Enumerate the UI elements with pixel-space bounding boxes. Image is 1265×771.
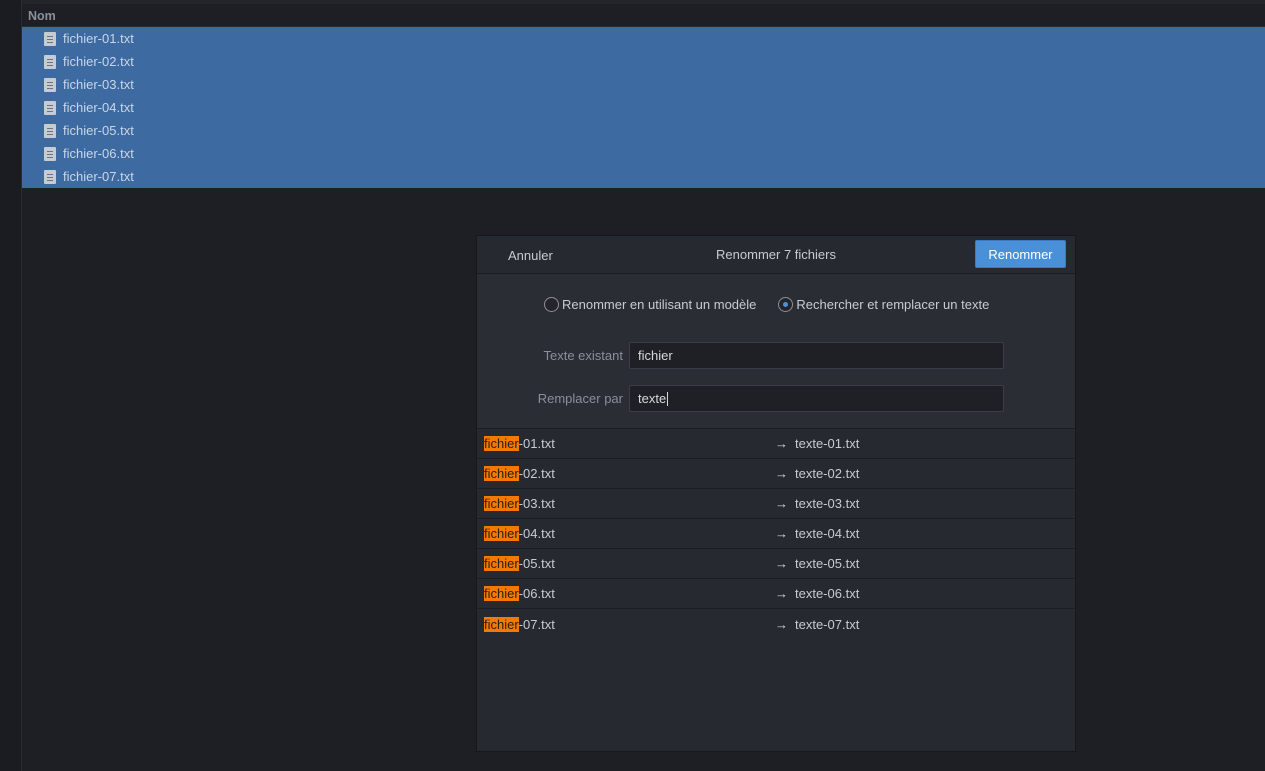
old-name-rest: -02.txt	[518, 466, 555, 481]
file-name: fichier-07.txt	[63, 169, 134, 184]
radio-checked-icon[interactable]	[778, 297, 794, 312]
column-header-name[interactable]: Nom	[22, 0, 1265, 27]
preview-row: fichier-01.txt → texte-01.txt	[477, 429, 1075, 459]
replace-text-label: Remplacer par	[537, 391, 623, 406]
arrow-right-icon: →	[775, 526, 788, 541]
file-row[interactable]: fichier-06.txt	[22, 142, 1265, 165]
old-file-name: fichier-04.txt	[484, 526, 555, 541]
old-file-name: fichier-01.txt	[484, 436, 555, 451]
text-file-icon	[44, 54, 56, 69]
arrow-right-icon: →	[775, 586, 788, 601]
old-name-rest: -05.txt	[518, 556, 555, 571]
preview-row: fichier-04.txt → texte-04.txt	[477, 519, 1075, 549]
file-name: fichier-04.txt	[63, 100, 134, 115]
preview-row: fichier-05.txt → texte-05.txt	[477, 549, 1075, 579]
match-highlight: fichier	[484, 496, 519, 511]
replace-text-input[interactable]: texte	[629, 385, 1004, 412]
text-file-icon	[44, 77, 56, 92]
file-row[interactable]: fichier-05.txt	[22, 119, 1265, 142]
new-file-name: texte-03.txt	[795, 496, 860, 511]
text-file-icon	[44, 123, 56, 138]
dialog-header: Annuler Renommer 7 fichiers Renommer	[477, 236, 1075, 274]
rename-preview-list: fichier-01.txt → texte-01.txt fichier-02…	[477, 429, 1075, 639]
file-name: fichier-05.txt	[63, 123, 134, 138]
arrow-right-icon: →	[775, 466, 788, 481]
existing-text-input[interactable]: fichier	[629, 342, 1004, 369]
rename-dialog: Annuler Renommer 7 fichiers Renommer Ren…	[476, 235, 1076, 752]
text-cursor	[667, 391, 669, 406]
mode-replace-option[interactable]: Rechercher et remplacer un texte	[778, 297, 989, 312]
match-highlight: fichier	[484, 436, 519, 451]
new-file-name: texte-05.txt	[795, 556, 860, 571]
file-row[interactable]: fichier-02.txt	[22, 50, 1265, 73]
rename-options: Renommer en utilisant un modèle Recherch…	[477, 274, 1075, 429]
arrow-right-icon: →	[775, 556, 788, 571]
replace-text-value: texte	[638, 391, 667, 406]
arrow-right-icon: →	[775, 436, 788, 451]
text-file-icon	[44, 31, 56, 46]
old-file-name: fichier-02.txt	[484, 466, 555, 481]
old-file-name: fichier-05.txt	[484, 556, 555, 571]
preview-row: fichier-06.txt → texte-06.txt	[477, 579, 1075, 609]
new-file-name: texte-04.txt	[795, 526, 860, 541]
preview-row: fichier-07.txt → texte-07.txt	[477, 609, 1075, 639]
arrow-right-icon: →	[775, 616, 788, 632]
mode-template-option[interactable]: Renommer en utilisant un modèle	[544, 297, 756, 312]
file-row[interactable]: fichier-01.txt	[22, 27, 1265, 50]
new-file-name: texte-06.txt	[795, 586, 860, 601]
column-header-label: Nom	[28, 9, 56, 23]
match-highlight: fichier	[484, 586, 519, 601]
file-row[interactable]: fichier-04.txt	[22, 96, 1265, 119]
mode-replace-label: Rechercher et remplacer un texte	[796, 297, 990, 312]
existing-text-row: Texte existant fichier	[477, 342, 1004, 369]
old-file-name: fichier-07.txt	[484, 616, 555, 632]
file-list: fichier-01.txt fichier-02.txt fichier-03…	[22, 27, 1265, 188]
existing-text-value: fichier	[638, 348, 673, 363]
file-row[interactable]: fichier-03.txt	[22, 73, 1265, 96]
rename-button[interactable]: Renommer	[975, 240, 1066, 268]
new-file-name: texte-07.txt	[795, 616, 860, 632]
file-name: fichier-03.txt	[63, 77, 134, 92]
old-name-rest: -04.txt	[518, 526, 555, 541]
text-file-icon	[44, 169, 56, 184]
old-file-name: fichier-06.txt	[484, 586, 555, 601]
preview-row: fichier-02.txt → texte-02.txt	[477, 459, 1075, 489]
match-highlight: fichier	[484, 466, 519, 481]
old-name-rest: -03.txt	[518, 496, 555, 511]
old-name-rest: -01.txt	[518, 436, 555, 451]
mode-template-label: Renommer en utilisant un modèle	[562, 297, 757, 312]
arrow-right-icon: →	[775, 496, 788, 511]
sidebar-strip	[0, 0, 22, 771]
file-name: fichier-06.txt	[63, 146, 134, 161]
text-file-icon	[44, 146, 56, 161]
old-name-rest: -07.txt	[518, 616, 555, 632]
existing-text-label: Texte existant	[543, 348, 624, 363]
replace-text-row: Remplacer par texte	[477, 385, 1004, 412]
file-name: fichier-02.txt	[63, 54, 134, 69]
mode-selector: Renommer en utilisant un modèle Recherch…	[544, 297, 1011, 312]
old-file-name: fichier-03.txt	[484, 496, 555, 511]
old-name-rest: -06.txt	[518, 586, 555, 601]
radio-unchecked-icon[interactable]	[544, 297, 559, 312]
new-file-name: texte-02.txt	[795, 466, 860, 481]
file-row[interactable]: fichier-07.txt	[22, 165, 1265, 188]
match-highlight: fichier	[484, 556, 519, 571]
file-name: fichier-01.txt	[63, 31, 134, 46]
match-highlight: fichier	[484, 616, 519, 632]
match-highlight: fichier	[484, 526, 519, 541]
text-file-icon	[44, 100, 56, 115]
new-file-name: texte-01.txt	[795, 436, 860, 451]
preview-row: fichier-03.txt → texte-03.txt	[477, 489, 1075, 519]
